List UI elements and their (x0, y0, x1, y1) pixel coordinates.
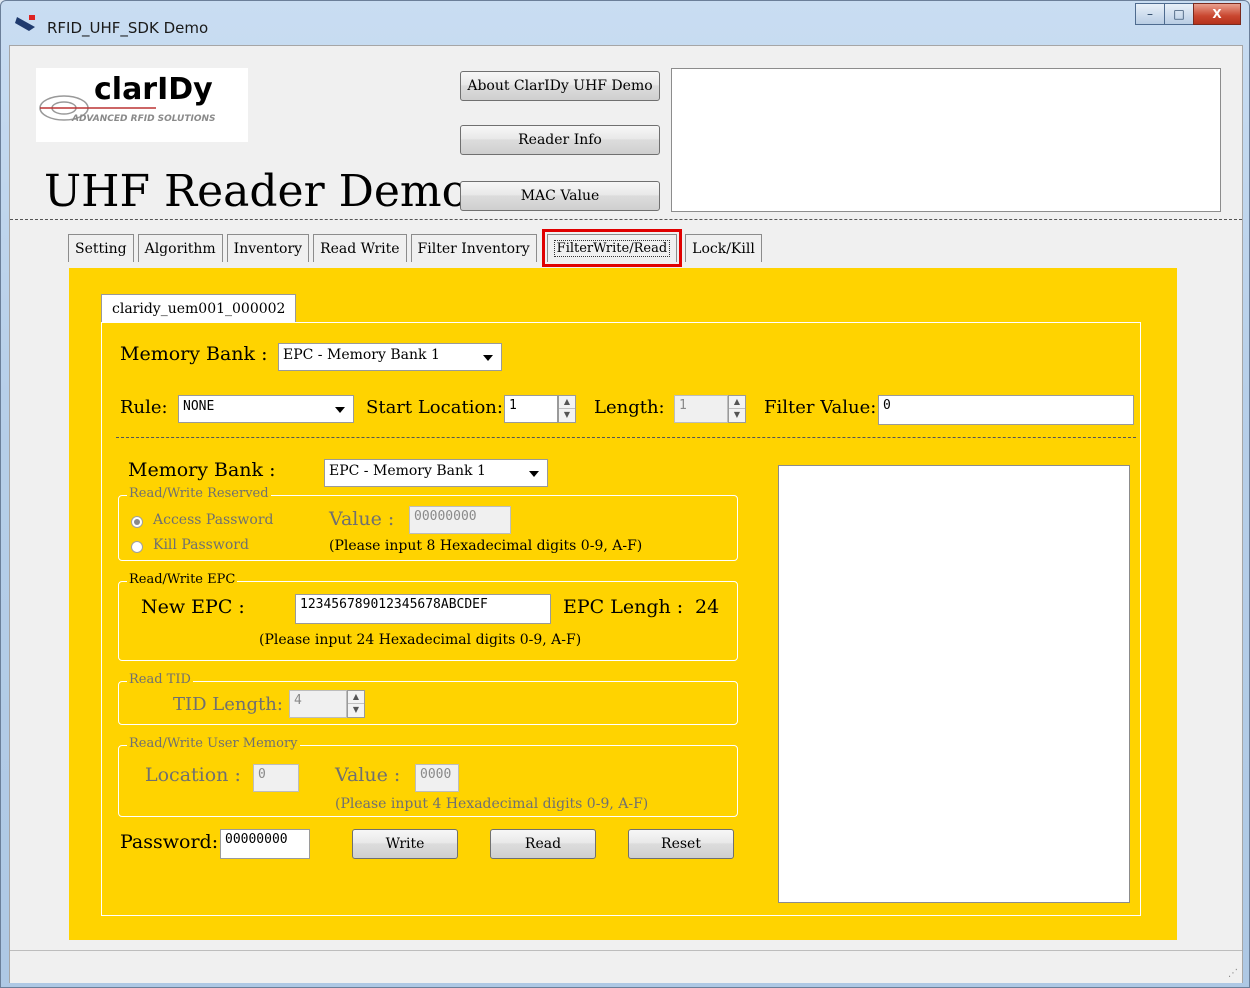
reserved-group-title: Read/Write Reserved (127, 486, 271, 501)
tab-strip: Setting Algorithm Inventory Read Write F… (68, 229, 766, 267)
tab-filter-write-read[interactable]: FilterWrite/Read (541, 229, 683, 267)
filter-value-input[interactable]: 0 (878, 395, 1134, 425)
user-memory-group-title: Read/Write User Memory (127, 736, 300, 751)
spin-up-icon[interactable]: ▲ (348, 691, 364, 704)
access-password-label: Access Password (153, 512, 274, 528)
kill-password-radio[interactable] (131, 541, 143, 553)
reserved-value-label: Value : (329, 508, 395, 530)
close-button[interactable]: X (1193, 3, 1241, 25)
reserved-group: Read/Write Reserved Access Password Kill… (118, 486, 738, 561)
access-memory-bank-value: EPC - Memory Bank 1 (329, 463, 486, 479)
rule-value: NONE (183, 399, 215, 414)
title-bar[interactable]: RFID_UHF_SDK Demo – □ X (1, 1, 1249, 45)
length-spinner[interactable]: ▲ ▼ (728, 395, 746, 423)
reader-info-button[interactable]: Reader Info (460, 125, 660, 155)
logo-brand: clarIDy (94, 72, 213, 107)
start-location-input[interactable]: 1 (504, 395, 558, 423)
length-label: Length: (594, 397, 665, 418)
rule-select[interactable]: NONE (178, 395, 354, 423)
epc-group: Read/Write EPC New EPC : 123456789012345… (118, 572, 738, 661)
chevron-down-icon (335, 407, 345, 413)
chevron-down-icon (483, 355, 493, 361)
length-input[interactable]: 1 (674, 395, 728, 423)
password-label: Password: (120, 831, 219, 853)
reserved-hint: (Please input 8 Hexadecimal digits 0-9, … (329, 538, 643, 554)
about-button[interactable]: About ClarIDy UHF Demo (460, 71, 660, 101)
result-output-box[interactable] (778, 465, 1130, 903)
resize-grip-icon[interactable]: ⋰ (1228, 968, 1238, 979)
user-hint: (Please input 4 Hexadecimal digits 0-9, … (335, 796, 649, 812)
info-output-box[interactable] (671, 68, 1221, 212)
new-epc-input[interactable]: 123456789012345678ABCDEF (295, 594, 551, 624)
filter-memory-bank-value: EPC - Memory Bank 1 (283, 347, 440, 363)
user-location-label: Location : (145, 764, 241, 786)
tab-algorithm[interactable]: Algorithm (137, 234, 223, 262)
maximize-button[interactable]: □ (1164, 3, 1194, 25)
tab-filter-write-read-label: FilterWrite/Read (553, 240, 671, 257)
spin-up-icon[interactable]: ▲ (729, 396, 745, 409)
tab-inventory[interactable]: Inventory (226, 234, 310, 262)
filter-memory-bank-select[interactable]: EPC - Memory Bank 1 (278, 343, 502, 371)
user-memory-group: Read/Write User Memory Location : 0 Valu… (118, 736, 738, 817)
tab-setting[interactable]: Setting (68, 234, 134, 262)
tab-content-panel: claridy_uem001_000002 Memory Bank : EPC … (69, 268, 1177, 940)
tid-length-spinner[interactable]: ▲ ▼ (347, 690, 365, 718)
mac-value-button[interactable]: MAC Value (460, 181, 660, 211)
new-epc-label: New EPC : (141, 596, 245, 618)
tid-group: Read TID TID Length: 4 ▲ ▼ (118, 672, 738, 725)
epc-hint: (Please input 24 Hexadecimal digits 0-9,… (259, 632, 582, 648)
status-bar: ⋰ (10, 950, 1242, 983)
logo-tagline: ADVANCED RFID SOLUTIONS (72, 114, 216, 124)
tid-length-input[interactable]: 4 (289, 690, 347, 718)
app-title: UHF Reader Demo (44, 166, 469, 217)
client-area: clarIDy ADVANCED RFID SOLUTIONS UHF Read… (9, 45, 1243, 983)
rfid-app-icon (15, 15, 35, 31)
tid-length-label: TID Length: (173, 694, 283, 715)
filter-value-label: Filter Value: (764, 397, 877, 418)
read-button[interactable]: Read (490, 829, 596, 859)
tid-group-title: Read TID (127, 672, 193, 687)
claridy-logo: clarIDy ADVANCED RFID SOLUTIONS (36, 68, 248, 142)
filter-memory-bank-label: Memory Bank : (120, 343, 268, 365)
panel-divider (116, 437, 1136, 438)
chevron-down-icon (529, 471, 539, 477)
user-value-label: Value : (335, 764, 401, 786)
window-title: RFID_UHF_SDK Demo (47, 19, 209, 37)
spin-down-icon[interactable]: ▼ (348, 704, 364, 717)
access-memory-bank-label: Memory Bank : (128, 459, 276, 481)
reset-button[interactable]: Reset (628, 829, 734, 859)
start-location-spinner[interactable]: ▲ ▼ (558, 395, 576, 423)
epc-length-label: EPC Lengh : (563, 596, 684, 618)
app-window: RFID_UHF_SDK Demo – □ X clarIDy ADVANCED… (0, 0, 1250, 988)
kill-password-label: Kill Password (153, 537, 249, 553)
user-location-input[interactable]: 0 (253, 764, 299, 792)
start-location-label: Start Location: (366, 397, 503, 418)
tab-read-write[interactable]: Read Write (313, 234, 407, 262)
write-button[interactable]: Write (352, 829, 458, 859)
reader-tab[interactable]: claridy_uem001_000002 (101, 294, 297, 322)
reader-panel: Memory Bank : EPC - Memory Bank 1 Rule: … (101, 322, 1141, 916)
spin-up-icon[interactable]: ▲ (559, 396, 575, 409)
epc-length-value: 24 (695, 596, 720, 618)
access-memory-bank-select[interactable]: EPC - Memory Bank 1 (324, 459, 548, 487)
access-password-radio[interactable] (131, 516, 143, 528)
tab-lock-kill[interactable]: Lock/Kill (685, 234, 762, 262)
rule-label: Rule: (120, 397, 168, 418)
minimize-button[interactable]: – (1135, 3, 1165, 25)
epc-group-title: Read/Write EPC (127, 572, 238, 587)
user-value-input[interactable]: 0000 (415, 764, 459, 792)
spin-down-icon[interactable]: ▼ (729, 409, 745, 422)
reserved-value-input[interactable]: 00000000 (409, 506, 511, 534)
password-input[interactable]: 00000000 (220, 829, 310, 859)
header-divider (10, 219, 1242, 220)
spin-down-icon[interactable]: ▼ (559, 409, 575, 422)
tab-filter-inventory[interactable]: Filter Inventory (410, 234, 537, 262)
